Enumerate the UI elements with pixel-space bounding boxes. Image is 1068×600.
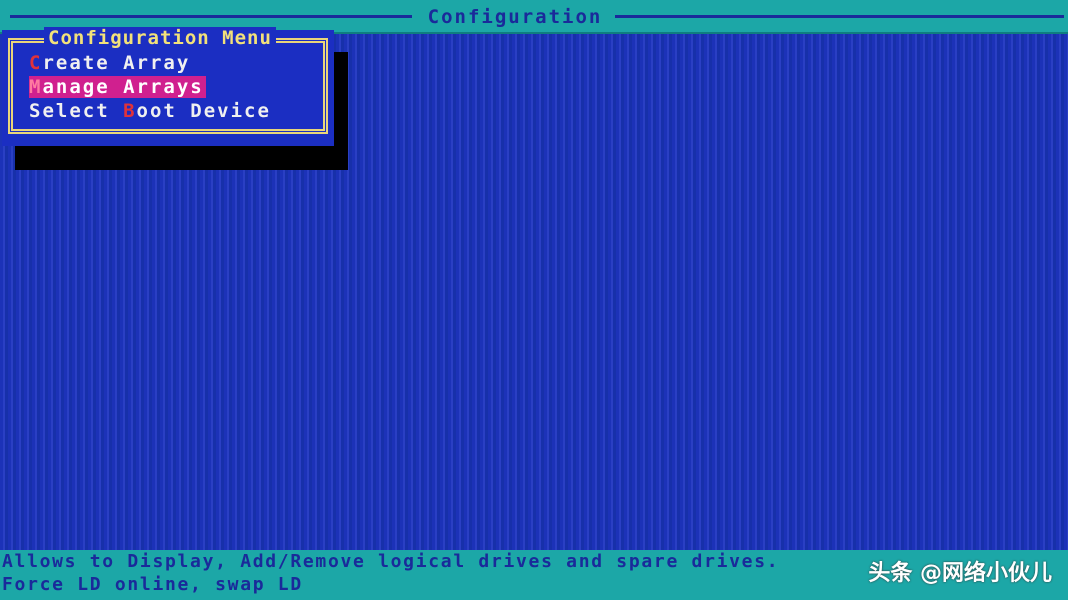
hotkey-letter: M: [29, 76, 43, 98]
menu-item-create-array[interactable]: Create Array: [29, 52, 190, 74]
status-bar: Allows to Display, Add/Remove logical dr…: [0, 550, 1068, 600]
title-rule-left: [10, 15, 412, 18]
status-help-line-2: Force LD online, swap LD: [2, 574, 303, 595]
watermark-logo: 头条 @网络小伙儿: [868, 561, 1052, 586]
bios-screen: Configuration Configuration Menu Create …: [0, 0, 1068, 600]
menu-item-label: reate Array: [42, 52, 191, 74]
menu-item-manage-arrays[interactable]: Manage Arrays: [29, 76, 206, 98]
menu-item-select-boot-device[interactable]: Select Boot Device: [29, 100, 271, 122]
title-rule-right: [615, 15, 1064, 18]
hotkey-letter: B: [123, 100, 137, 122]
menu-item-label: oot Device: [136, 100, 271, 122]
menu-title: Configuration Menu: [44, 27, 276, 49]
menu-item-prefix: Select: [29, 100, 124, 122]
menu-item-label: anage Arrays: [42, 76, 204, 98]
status-help-line-1: Allows to Display, Add/Remove logical dr…: [2, 551, 780, 572]
page-title: Configuration: [427, 6, 603, 28]
configuration-menu: Configuration Menu Create Array Manage A…: [2, 27, 334, 146]
hotkey-letter: C: [29, 52, 43, 74]
